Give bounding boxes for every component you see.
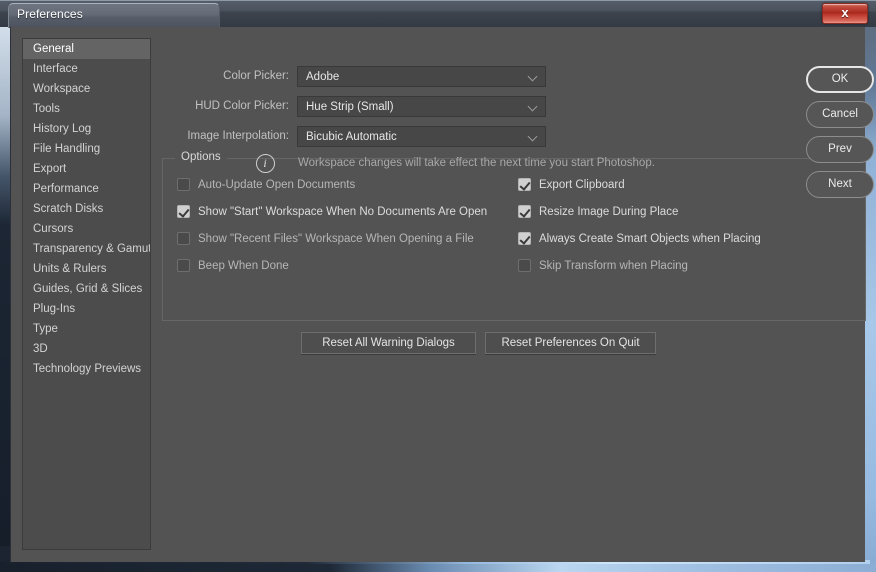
dropdown-image-interpolation[interactable]: Bicubic Automatic	[297, 126, 546, 147]
field-row: HUD Color Picker: Hue Strip (Small)	[161, 96, 546, 117]
dialog-body: General Interface Workspace Tools History Lo…	[10, 27, 874, 562]
close-icon: x	[841, 5, 849, 20]
sidebar-item-export[interactable]: Export	[23, 159, 150, 179]
sidebar-item-type[interactable]: Type	[23, 319, 150, 339]
chevron-down-icon	[529, 72, 538, 81]
dropdown-value: Bicubic Automatic	[306, 131, 397, 143]
sidebar-item-label: Export	[33, 163, 67, 175]
field-label: Color Picker:	[223, 70, 289, 82]
chevron-down-icon	[529, 132, 538, 141]
checkbox-unchecked-icon[interactable]	[518, 259, 531, 272]
window-edge-glow-left	[0, 26, 10, 546]
sidebar-item-cursors[interactable]: Cursors	[23, 219, 150, 239]
info-glyph: i	[263, 156, 267, 170]
sidebar-item-scratch-disks[interactable]: Scratch Disks	[23, 199, 150, 219]
sidebar-item-label: Technology Previews	[33, 363, 142, 375]
reset-button-all-warning-dialogs[interactable]: Reset All Warning Dialogs	[301, 332, 476, 354]
info-icon: i	[256, 154, 275, 173]
checkbox-unchecked-icon[interactable]	[177, 178, 190, 191]
preferences-category-list[interactable]: General Interface Workspace Tools History Lo…	[22, 38, 151, 550]
checkbox-label: Beep When Done	[198, 260, 289, 272]
checkbox-unchecked-icon[interactable]	[177, 259, 190, 272]
sidebar-item-plug-ins[interactable]: Plug-Ins	[23, 299, 150, 319]
sidebar-item-label: Plug-Ins	[33, 303, 76, 315]
sidebar-item-label: 3D	[33, 343, 48, 355]
ok-button[interactable]: OK	[806, 66, 874, 93]
reset-button-preferences-on-quit[interactable]: Reset Preferences On Quit	[485, 332, 656, 354]
dropdown-value: Hue Strip (Small)	[306, 101, 394, 113]
chevron-down-icon	[529, 102, 538, 111]
sidebar-item-label: History Log	[33, 123, 92, 135]
sidebar-item-performance[interactable]: Performance	[23, 179, 150, 199]
sidebar-item-label: Interface	[33, 63, 78, 75]
sidebar-item-label: File Handling	[33, 143, 101, 155]
checkbox-checked-icon[interactable]	[177, 205, 190, 218]
field-label: HUD Color Picker:	[195, 100, 289, 112]
sidebar-item-label: Scratch Disks	[33, 203, 104, 215]
info-note-text: Workspace changes will take effect the n…	[298, 157, 655, 169]
checkbox-label: Show "Start" Workspace When No Documents…	[198, 206, 488, 218]
cancel-button[interactable]: Cancel	[806, 101, 874, 128]
sidebar-item-label: Workspace	[33, 83, 91, 95]
sidebar-item-guides-grid-slices[interactable]: Guides, Grid & Slices	[23, 279, 150, 299]
sidebar-item-interface[interactable]: Interface	[23, 59, 150, 79]
sidebar-item-label: Transparency & Gamut	[33, 243, 151, 255]
checkbox-checked-icon[interactable]	[518, 205, 531, 218]
sidebar-item-label: Tools	[33, 103, 60, 115]
field-row: Image Interpolation: Bicubic Automatic	[161, 126, 546, 147]
sidebar-item-units-rulers[interactable]: Units & Rulers	[23, 259, 150, 279]
checkbox-label: Skip Transform when Placing	[539, 260, 688, 272]
sidebar-item-label: Cursors	[33, 223, 74, 235]
checkbox-label: Always Create Smart Objects when Placing	[539, 233, 761, 245]
checkbox-label: Export Clipboard	[539, 179, 625, 191]
next-button[interactable]: Next	[806, 171, 874, 198]
title-bar[interactable]: Preferences x	[0, 0, 876, 28]
sidebar-item-file-handling[interactable]: File Handling	[23, 139, 150, 159]
checkbox-checked-icon[interactable]	[518, 178, 531, 191]
sidebar-item-label: Units & Rulers	[33, 263, 107, 275]
dropdown-value: Adobe	[306, 71, 340, 83]
sidebar-item-label: Guides, Grid & Slices	[33, 283, 143, 295]
field-row: Color Picker: Adobe	[161, 66, 546, 87]
sidebar-item-workspace[interactable]: Workspace	[23, 79, 150, 99]
checkbox-label: Resize Image During Place	[539, 206, 679, 218]
sidebar-item-history-log[interactable]: History Log	[23, 119, 150, 139]
field-label: Image Interpolation:	[187, 130, 289, 142]
preferences-window: Preferences x General Interface Workspace T…	[0, 0, 876, 572]
sidebar-item-technology-previews[interactable]: Technology Previews	[23, 359, 150, 379]
sidebar-item-label: Performance	[33, 183, 99, 195]
preferences-form: Options i Workspace changes will take ef…	[161, 27, 866, 562]
checkbox-label: Show "Recent Files" Workspace When Openi…	[198, 233, 474, 245]
sidebar-item-3d[interactable]: 3D	[23, 339, 150, 359]
checkbox-label: Auto-Update Open Documents	[198, 179, 356, 191]
window-title: Preferences	[17, 7, 83, 21]
prev-button[interactable]: Prev	[806, 136, 874, 163]
sidebar-item-transparency-gamut[interactable]: Transparency & Gamut	[23, 239, 150, 259]
sidebar-item-tools[interactable]: Tools	[23, 99, 150, 119]
sidebar-item-label: Type	[33, 323, 58, 335]
close-button[interactable]: x	[822, 3, 868, 24]
sidebar-item-label: General	[33, 43, 74, 55]
dropdown-color-picker[interactable]: Adobe	[297, 66, 546, 87]
dropdown-hud-color-picker[interactable]: Hue Strip (Small)	[297, 96, 546, 117]
options-group-label: Options	[175, 151, 227, 163]
checkbox-unchecked-icon[interactable]	[177, 232, 190, 245]
checkbox-checked-icon[interactable]	[518, 232, 531, 245]
sidebar-item-general[interactable]: General	[23, 39, 150, 59]
